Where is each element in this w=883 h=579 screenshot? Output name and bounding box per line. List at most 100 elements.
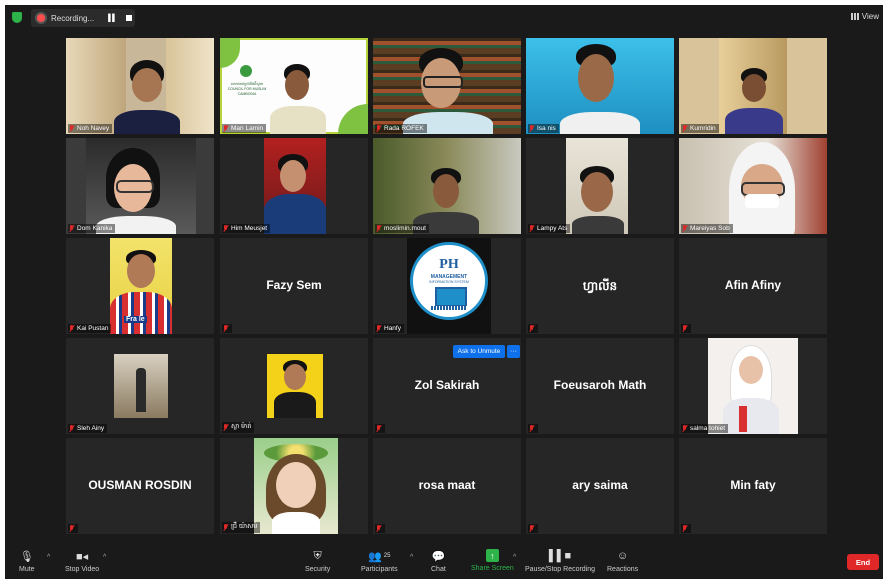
participant-name-tag: ជ្រឺ យ៉ាសម៉ — [222, 522, 261, 533]
participant-body — [723, 398, 779, 434]
participant-body — [572, 216, 624, 234]
participant-display-name: rosa maat — [418, 478, 476, 492]
participant-face — [742, 74, 766, 102]
video-tile[interactable]: Lampy Ats — [526, 138, 674, 234]
share-screen-arrow-icon: ↑ — [485, 549, 499, 562]
participant-display-name: Afin Afiny — [724, 278, 782, 292]
participant-face — [280, 160, 306, 192]
video-tile[interactable]: ជ្រឺ យ៉ាសម៉ — [220, 438, 368, 534]
pause-stop-recording-button[interactable]: ▌▌■ Pause/Stop Recording — [525, 549, 595, 573]
chat-button[interactable]: 💬 Chat — [431, 549, 446, 574]
red-tie — [739, 406, 747, 432]
participant-name-tag: Lampy Ats — [528, 224, 571, 233]
share-screen-button[interactable]: ↑ Share Screen — [471, 549, 514, 572]
participant-name-tag — [375, 424, 385, 433]
stop-recording-icon[interactable] — [126, 15, 133, 21]
video-tile[interactable]: Isa nis — [526, 38, 674, 134]
video-tile-active-speaker[interactable]: សមាគមកម្ពុជានិងអ៊ីស្លាម COUNCIL FOR MUSL… — [220, 38, 368, 134]
video-tile[interactable]: Mareiyas Sob — [679, 138, 827, 234]
share-options-chevron-icon[interactable]: ^ — [513, 554, 516, 561]
video-tile-no-video[interactable]: ary saima — [526, 438, 674, 534]
participant-display-name: Min faty — [730, 478, 776, 492]
reactions-button[interactable]: ☺ Reactions — [607, 549, 638, 573]
video-tile-no-video[interactable]: rosa maat — [373, 438, 521, 534]
participant-name-tag — [222, 324, 232, 333]
mic-muted-icon — [682, 325, 688, 332]
video-tile[interactable]: salma tohiet — [679, 338, 827, 434]
mic-muted-icon — [529, 225, 535, 232]
banner-leaf — [338, 104, 368, 134]
encryption-shield-icon[interactable] — [12, 12, 22, 23]
video-tile-no-video[interactable]: Fazy Sem — [220, 238, 368, 334]
participant-face — [578, 54, 614, 102]
smiley-plus-icon: ☺ — [616, 550, 629, 562]
mic-muted-icon — [69, 225, 75, 232]
video-tile[interactable]: Fra le Kai Pustan — [66, 238, 214, 334]
participant-name-tag — [528, 424, 538, 433]
mic-muted-icon — [376, 325, 382, 332]
video-tile[interactable]: Kumridin — [679, 38, 827, 134]
mic-muted-icon — [529, 325, 535, 332]
view-button[interactable]: View — [850, 12, 879, 21]
video-tile[interactable]: Rada ROFEK — [373, 38, 521, 134]
video-tile-no-video[interactable]: Min faty — [679, 438, 827, 534]
participant-name-tag — [681, 324, 691, 333]
video-options-chevron-icon[interactable]: ^ — [103, 554, 106, 561]
video-tile[interactable]: moslimin.mout — [373, 138, 521, 234]
keyboard-icon — [431, 306, 467, 310]
ask-to-unmute-button[interactable]: Ask to Unmute — [453, 345, 505, 358]
video-tile[interactable]: Noh Navey — [66, 38, 214, 134]
mic-muted-icon — [223, 325, 229, 332]
mic-muted-icon — [376, 425, 382, 432]
pause-stop-icon: ▌▌■ — [548, 550, 572, 562]
mic-muted-icon — [529, 525, 535, 532]
mic-muted-icon — [69, 425, 75, 432]
standing-person — [136, 368, 146, 412]
mic-muted-icon — [682, 525, 688, 532]
mic-muted-icon — [529, 125, 535, 132]
video-tile-no-video[interactable]: OUSMAN ROSDIN — [66, 438, 214, 534]
more-options-button[interactable]: ··· — [507, 345, 520, 358]
participant-body — [110, 292, 172, 334]
video-tile-no-video[interactable]: Afin Afiny — [679, 238, 827, 334]
pause-recording-icon[interactable]: ▌▌ — [108, 15, 117, 22]
participant-name-tag: moslimin.mout — [375, 224, 429, 233]
participant-name-tag: Kumridin — [681, 124, 719, 133]
participants-options-chevron-icon[interactable]: ^ — [410, 554, 413, 561]
security-button[interactable]: ⛨ Security — [305, 549, 330, 574]
video-tile-no-video[interactable]: ហ្វាលីន — [526, 238, 674, 334]
mic-muted-icon — [376, 125, 382, 132]
participant-face — [739, 356, 763, 384]
computer-monitor-icon — [435, 287, 467, 307]
video-tile[interactable]: Him Meusjet — [220, 138, 368, 234]
mic-muted-icon — [682, 425, 688, 432]
end-meeting-button[interactable]: End — [847, 554, 879, 570]
participant-name-tag — [681, 524, 691, 533]
video-tile-no-video[interactable]: Foeusaroh Math — [526, 338, 674, 434]
participant-body — [114, 110, 180, 134]
top-bar: Recording... ▌▌ View — [5, 5, 883, 31]
video-tile[interactable]: PH MANAGEMENT INFORMATION SYSTEM Hanfy — [373, 238, 521, 334]
mic-muted-icon — [223, 225, 229, 232]
participants-button[interactable]: 👥 25 Participants — [361, 549, 398, 574]
mute-button[interactable]: 🎙 Mute — [19, 549, 35, 574]
participant-name-tag — [528, 324, 538, 333]
video-tile[interactable]: Dom Kanika — [66, 138, 214, 234]
mic-muted-icon — [376, 525, 382, 532]
video-tile[interactable]: ស្លា ម៉ាត់ — [220, 338, 368, 434]
participant-body — [270, 106, 326, 134]
mic-muted-icon — [376, 225, 382, 232]
participant-display-name: OUSMAN ROSDIN — [88, 478, 192, 492]
recording-indicator: Recording... ▌▌ — [31, 9, 135, 27]
chat-bubble-icon: 💬 — [431, 550, 446, 563]
participant-name-tag: Isa nis — [528, 124, 559, 133]
participant-name-tag: Dom Kanika — [68, 224, 116, 233]
face-mask — [745, 194, 779, 208]
participant-display-name: Foeusaroh Math — [553, 378, 647, 392]
participant-body — [560, 112, 640, 134]
participant-name-tag: Sleh Ainy — [68, 424, 108, 433]
shield-icon: ⛨ — [313, 549, 322, 562]
audio-options-chevron-icon[interactable]: ^ — [47, 554, 50, 561]
video-tile[interactable]: Sleh Ainy — [66, 338, 214, 434]
stop-video-button[interactable]: ■◂ Stop Video — [65, 549, 99, 574]
